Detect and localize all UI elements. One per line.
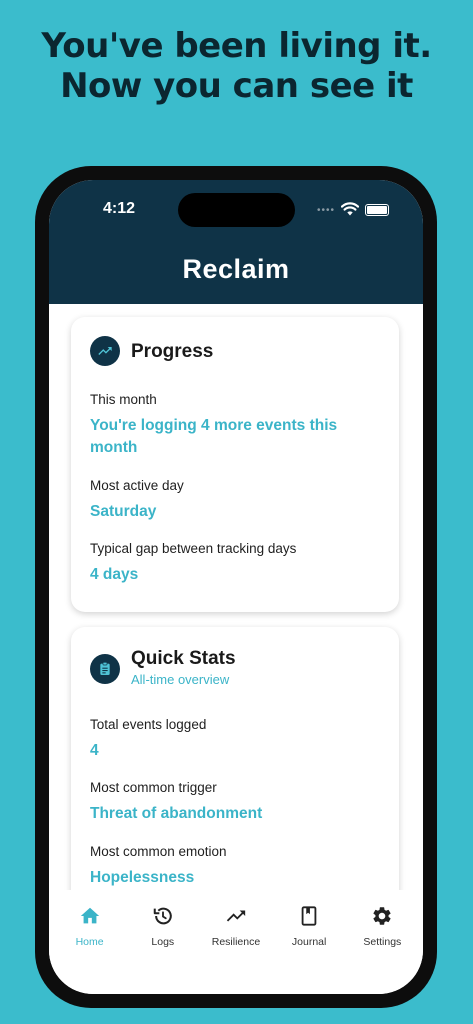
nav-item-resilience[interactable]: Resilience xyxy=(200,890,272,994)
quick-stats-subtitle: All-time overview xyxy=(131,672,230,687)
signal-icon: •••• xyxy=(317,205,336,216)
this-month-label: This month xyxy=(90,392,157,407)
phone-frame: 4:12 •••• Reclaim Progress This month Yo… xyxy=(35,166,437,1008)
nav-label-logs: Logs xyxy=(151,936,175,948)
home-content[interactable]: Progress This month You're logging 4 mor… xyxy=(49,304,423,890)
nav-label-journal: Journal xyxy=(291,936,327,948)
common-trigger-label: Most common trigger xyxy=(90,780,217,795)
bottom-nav: Home Logs Resilience Journal Settings xyxy=(49,890,423,994)
nav-item-home[interactable]: Home xyxy=(54,890,126,994)
progress-card: Progress This month You're logging 4 mor… xyxy=(71,317,399,612)
history-icon xyxy=(153,907,172,925)
battery-icon xyxy=(365,204,389,216)
home-icon xyxy=(80,907,99,924)
dynamic-island xyxy=(178,193,295,227)
clipboard-icon xyxy=(90,654,120,684)
progress-title: Progress xyxy=(131,341,214,362)
quick-stats-title: Quick Stats xyxy=(131,648,236,669)
trending-up-icon xyxy=(226,910,246,922)
trending-up-icon xyxy=(90,336,120,366)
headline-line-2: Now you can see it xyxy=(60,66,413,106)
wifi-icon xyxy=(341,202,359,216)
this-month-value: You're logging 4 more events this month xyxy=(90,417,338,456)
most-active-day-label: Most active day xyxy=(90,478,184,493)
book-icon xyxy=(301,906,317,926)
most-active-day-value: Saturday xyxy=(90,503,157,520)
app-bar: 4:12 •••• Reclaim xyxy=(49,180,423,304)
tracking-gap-value: 4 days xyxy=(90,566,139,583)
common-trigger-value: Threat of abandonment xyxy=(90,805,263,822)
phone-screen: 4:12 •••• Reclaim Progress This month Yo… xyxy=(49,180,423,994)
common-emotion-label: Most common emotion xyxy=(90,844,227,859)
nav-item-journal[interactable]: Journal xyxy=(273,890,345,994)
nav-label-settings: Settings xyxy=(363,936,402,948)
marketing-headline: You've been living it. Now you can see i… xyxy=(0,26,473,106)
tracking-gap-label: Typical gap between tracking days xyxy=(90,541,297,556)
nav-label-home: Home xyxy=(75,936,104,948)
status-time: 4:12 xyxy=(103,200,136,217)
nav-item-settings[interactable]: Settings xyxy=(346,890,418,994)
nav-label-resilience: Resilience xyxy=(211,936,261,948)
quick-stats-card: Quick Stats All-time overview Total even… xyxy=(71,627,399,890)
common-emotion-value: Hopelessness xyxy=(90,869,195,886)
gear-icon xyxy=(373,907,391,925)
nav-item-logs[interactable]: Logs xyxy=(127,890,199,994)
app-title: Reclaim xyxy=(182,254,290,284)
total-events-label: Total events logged xyxy=(90,717,207,732)
headline-line-1: You've been living it. xyxy=(41,26,432,66)
total-events-value: 4 xyxy=(90,742,99,759)
